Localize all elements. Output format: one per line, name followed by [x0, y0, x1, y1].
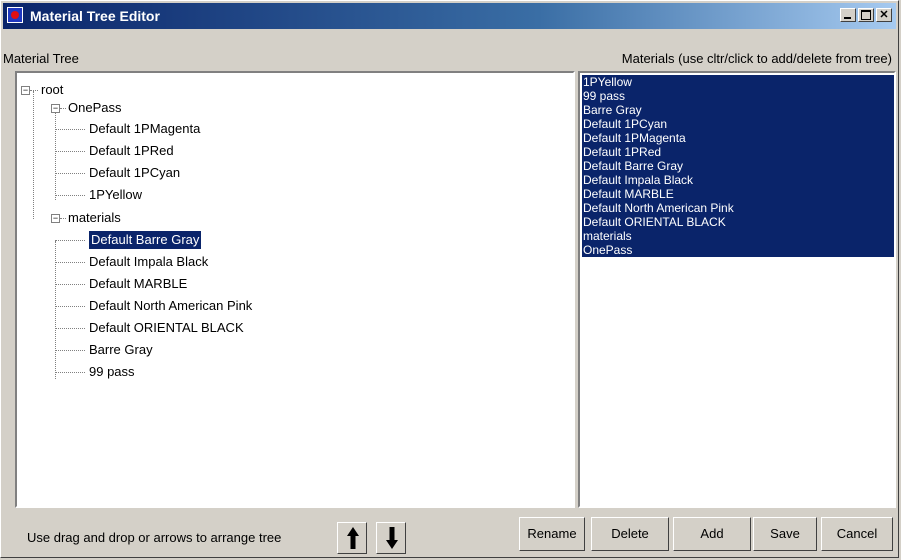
tree-connector — [55, 110, 56, 200]
tree-connector — [30, 90, 38, 91]
arrange-instruction: Use drag and drop or arrows to arrange t… — [27, 530, 282, 545]
tree-node-leaf[interactable]: 99 pass — [89, 362, 135, 382]
minimize-icon[interactable] — [840, 8, 856, 22]
tree-node-leaf[interactable]: Default North American Pink — [89, 296, 252, 316]
list-item[interactable]: OnePass — [582, 243, 894, 257]
maximize-icon[interactable] — [858, 8, 874, 22]
tree-node-root[interactable]: root — [41, 80, 63, 100]
tree-node-leaf[interactable]: Default 1PCyan — [89, 163, 180, 183]
tree-connector — [55, 372, 85, 373]
tree-connector — [55, 328, 85, 329]
tree-connector — [55, 306, 85, 307]
tree-connector — [55, 262, 85, 263]
title-bar[interactable]: Material Tree Editor ✕ — [3, 3, 896, 29]
tree-connector — [60, 108, 66, 109]
app-icon — [7, 7, 23, 23]
tree-connector — [55, 129, 85, 130]
move-up-button[interactable] — [337, 522, 367, 554]
tree-connector — [55, 240, 85, 241]
materials-list[interactable]: 1PYellow 99 pass Barre Gray Default 1PCy… — [578, 71, 896, 508]
collapse-icon[interactable]: − — [21, 86, 30, 95]
collapse-icon[interactable]: − — [51, 214, 60, 223]
tree-node-onepass[interactable]: OnePass — [68, 98, 121, 118]
tree-connector — [55, 151, 85, 152]
window-title: Material Tree Editor — [30, 8, 160, 24]
arrow-up-icon — [347, 527, 359, 549]
collapse-icon[interactable]: − — [51, 104, 60, 113]
materials-header: Materials (use cltr/click to add/delete … — [621, 51, 892, 66]
move-down-button[interactable] — [376, 522, 406, 554]
arrow-down-icon — [386, 527, 398, 549]
tree-connector — [55, 173, 85, 174]
tree-node-leaf[interactable]: Default MARBLE — [89, 274, 187, 294]
list-item[interactable]: Default 1PRed — [582, 145, 894, 159]
list-item[interactable]: 1PYellow — [582, 75, 894, 89]
material-tree[interactable]: − root − OnePass Default 1PMagenta Defau… — [15, 71, 575, 508]
list-item[interactable]: Default North American Pink — [582, 201, 894, 215]
list-item[interactable]: Default 1PMagenta — [582, 131, 894, 145]
delete-button[interactable]: Delete — [591, 517, 669, 551]
material-tree-header: Material Tree — [3, 51, 79, 66]
tree-connector — [55, 284, 85, 285]
tree-node-materials[interactable]: materials — [68, 208, 121, 228]
tree-connector — [55, 195, 85, 196]
list-item[interactable]: Default ORIENTAL BLACK — [582, 215, 894, 229]
tree-connector — [55, 350, 85, 351]
tree-node-leaf[interactable]: 1PYellow — [89, 185, 142, 205]
tree-node-leaf[interactable]: Barre Gray — [89, 340, 153, 360]
list-item[interactable]: Default MARBLE — [582, 187, 894, 201]
tree-node-leaf[interactable]: Default ORIENTAL BLACK — [89, 318, 244, 338]
tree-connector — [33, 91, 34, 219]
list-item[interactable]: materials — [582, 229, 894, 243]
tree-node-leaf[interactable]: Default Impala Black — [89, 252, 208, 272]
tree-node-leaf-selected[interactable]: Default Barre Gray — [87, 230, 203, 250]
rename-button[interactable]: Rename — [519, 517, 585, 551]
close-icon[interactable]: ✕ — [876, 8, 892, 22]
cancel-button[interactable]: Cancel — [821, 517, 893, 551]
list-item[interactable]: Default Barre Gray — [582, 159, 894, 173]
list-item[interactable]: Default 1PCyan — [582, 117, 894, 131]
save-button[interactable]: Save — [753, 517, 817, 551]
tree-node-leaf[interactable]: Default 1PRed — [89, 141, 174, 161]
list-item[interactable]: 99 pass — [582, 89, 894, 103]
list-item[interactable]: Default Impala Black — [582, 173, 894, 187]
material-tree-editor-window: Material Tree Editor ✕ Material Tree Mat… — [0, 0, 899, 558]
tree-connector — [60, 218, 66, 219]
add-button[interactable]: Add — [673, 517, 751, 551]
tree-node-leaf[interactable]: Default 1PMagenta — [89, 119, 200, 139]
list-item[interactable]: Barre Gray — [582, 103, 894, 117]
